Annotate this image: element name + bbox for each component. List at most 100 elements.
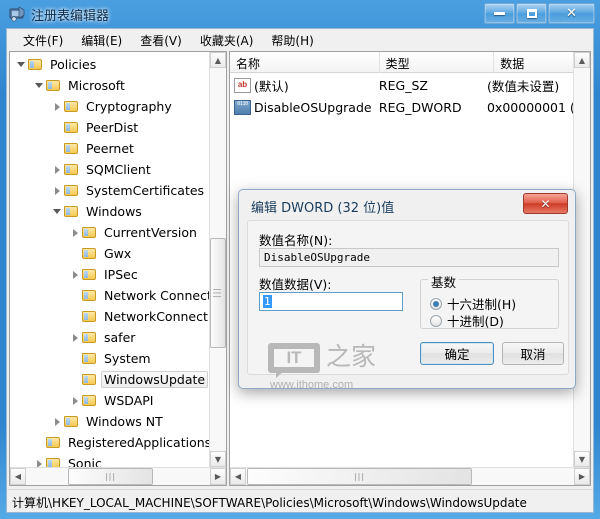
radio-decimal[interactable]: 十进制(D) [430, 311, 504, 330]
registry-editor-icon [9, 6, 25, 22]
dialog-close-button[interactable]: ✕ [523, 193, 568, 214]
expand-triangle-down-icon[interactable] [52, 206, 63, 217]
values-list[interactable]: (默认) REG_SZ (数值未设置) DisableOSUpgrade REG_DWO… [230, 74, 575, 118]
folder-icon [82, 331, 97, 344]
tree-item-label: Cryptography [86, 99, 172, 114]
expand-triangle-right-icon[interactable] [70, 395, 81, 406]
folder-icon [82, 394, 97, 407]
folder-icon [82, 373, 97, 386]
value-row[interactable]: DisableOSUpgrade REG_DWORD 0x00000001 (1) [230, 96, 575, 118]
folder-icon [28, 58, 43, 71]
tree-item-label: Sonic [68, 456, 102, 467]
expand-triangle-down-icon[interactable] [34, 80, 45, 91]
values-scroll-left-button[interactable]: ◀ [230, 468, 246, 485]
tree-item-sqmclient[interactable]: SQMClient [10, 159, 210, 180]
expand-triangle-right-icon[interactable] [52, 101, 63, 112]
expand-triangle-right-icon[interactable] [52, 164, 63, 175]
down-arrow-icon: ▼ [214, 454, 222, 464]
tree-item-microsoft[interactable]: Microsoft [10, 75, 210, 96]
expand-triangle-right-icon[interactable] [70, 332, 81, 343]
tree-item-policies[interactable]: Policies [10, 54, 210, 75]
close-button[interactable]: ✕ [548, 3, 595, 24]
tree-item-registeredapplications[interactable]: RegisteredApplications [10, 432, 210, 453]
cancel-button[interactable]: 取消 [502, 342, 564, 365]
watermark-chinese: 之家 [326, 342, 377, 371]
ok-button[interactable]: 确定 [420, 342, 494, 365]
tree-item-cryptography[interactable]: Cryptography [10, 96, 210, 117]
tree-scroll-down-button[interactable]: ▼ [210, 451, 226, 467]
right-arrow-icon: ▶ [578, 472, 586, 481]
maximize-button[interactable] [516, 3, 547, 24]
status-bar: 计算机\HKEY_LOCAL_MACHINE\SOFTWARE\Policies… [7, 489, 593, 512]
menu-help[interactable]: 帮助(H) [262, 30, 322, 51]
column-header-1[interactable]: 类型 [380, 52, 495, 73]
value-name-input[interactable]: DisableOSUpgrade [259, 248, 559, 267]
tree-item-sonic[interactable]: Sonic [10, 453, 210, 467]
tree-scroll-up-button[interactable]: ▲ [210, 52, 226, 68]
up-arrow-icon: ▲ [214, 55, 222, 65]
expand-triangle-right-icon[interactable] [70, 227, 81, 238]
expand-triangle-right-icon[interactable] [34, 458, 45, 467]
column-header-0[interactable]: 名称 [230, 52, 380, 73]
value-data-label: 数值数据(V): [259, 277, 332, 292]
tree-scroll-left-button[interactable]: ◀ [10, 468, 26, 485]
registry-tree[interactable]: Policies Microsoft Cryptography PeerDist Pee… [10, 52, 210, 467]
expand-triangle-right-icon[interactable] [52, 416, 63, 427]
tree-horizontal-scrollbar[interactable]: ◀ ||| ▶ [10, 467, 226, 485]
dword-value-icon [234, 100, 251, 115]
minimize-button[interactable] [484, 3, 515, 24]
tree-item-systemcertificates[interactable]: SystemCertificates [10, 180, 210, 201]
tree-item-windows-nt[interactable]: Windows NT [10, 411, 210, 432]
tree-item-label: WSDAPI [104, 393, 154, 408]
values-scroll-right-button[interactable]: ▶ [574, 468, 590, 485]
folder-icon [82, 352, 97, 365]
value-name: (默认) [254, 78, 289, 94]
expand-triangle-right-icon[interactable] [52, 185, 63, 196]
values-scroll-up-button[interactable]: ▲ [574, 52, 590, 68]
values-hscroll-thumb[interactable]: ||| [247, 468, 472, 485]
values-scroll-down-button[interactable]: ▼ [574, 451, 590, 467]
tree-vertical-scrollbar[interactable]: ▲ ||| ▼ [209, 52, 226, 467]
tree-item-networkconnectiv[interactable]: NetworkConnectiv [10, 306, 210, 327]
tree-hscroll-thumb[interactable]: ||| [68, 468, 153, 485]
tree-item-label: WindowsUpdate [101, 371, 209, 388]
expand-triangle-right-icon[interactable] [70, 269, 81, 280]
menu-view[interactable]: 查看(V) [131, 30, 191, 51]
value-data-input[interactable]: 1 [259, 292, 403, 311]
grip-icon: ||| [104, 472, 117, 481]
tree-item-label: CurrentVersion [104, 225, 197, 240]
menu-favorites[interactable]: 收藏夹(A) [191, 30, 263, 51]
tree-item-windows[interactable]: Windows [10, 201, 210, 222]
tree-item-system[interactable]: System [10, 348, 210, 369]
menu-edit[interactable]: 编辑(E) [72, 30, 131, 51]
tree-scroll-right-button[interactable]: ▶ [210, 468, 226, 485]
value-type: REG_DWORD [378, 99, 462, 115]
values-horizontal-scrollbar[interactable]: ◀ ||| ▶ [230, 467, 590, 485]
watermark-url: www.ithome.com [270, 379, 354, 391]
tree-scroll-thumb[interactable]: ||| [210, 238, 226, 348]
folder-icon [64, 415, 79, 428]
menu-file[interactable]: 文件(F) [14, 30, 72, 51]
tree-item-label: IPSec [104, 267, 138, 282]
value-row[interactable]: (默认) REG_SZ (数值未设置) [230, 74, 575, 96]
tree-item-peerdist[interactable]: PeerDist [10, 117, 210, 138]
tree-item-label: Policies [50, 57, 97, 72]
grip-icon: ||| [353, 472, 366, 481]
tree-item-network-connecti[interactable]: Network Connecti [10, 285, 210, 306]
tree-item-currentversion[interactable]: CurrentVersion [10, 222, 210, 243]
expand-triangle-down-icon[interactable] [16, 59, 27, 70]
values-column-header[interactable]: 名称 类型 数据 [230, 52, 590, 73]
status-path: 计算机\HKEY_LOCAL_MACHINE\SOFTWARE\Policies… [12, 496, 527, 510]
tree-item-wsdapi[interactable]: WSDAPI [10, 390, 210, 411]
right-arrow-icon: ▶ [214, 472, 222, 481]
tree-item-gwx[interactable]: Gwx [10, 243, 210, 264]
tree-item-safer[interactable]: safer [10, 327, 210, 348]
tree-item-ipsec[interactable]: IPSec [10, 264, 210, 285]
tree-item-peernet[interactable]: Peernet [10, 138, 210, 159]
ok-button-label: 确定 [444, 347, 470, 362]
tree-item-windowsupdate[interactable]: WindowsUpdate [10, 369, 210, 390]
